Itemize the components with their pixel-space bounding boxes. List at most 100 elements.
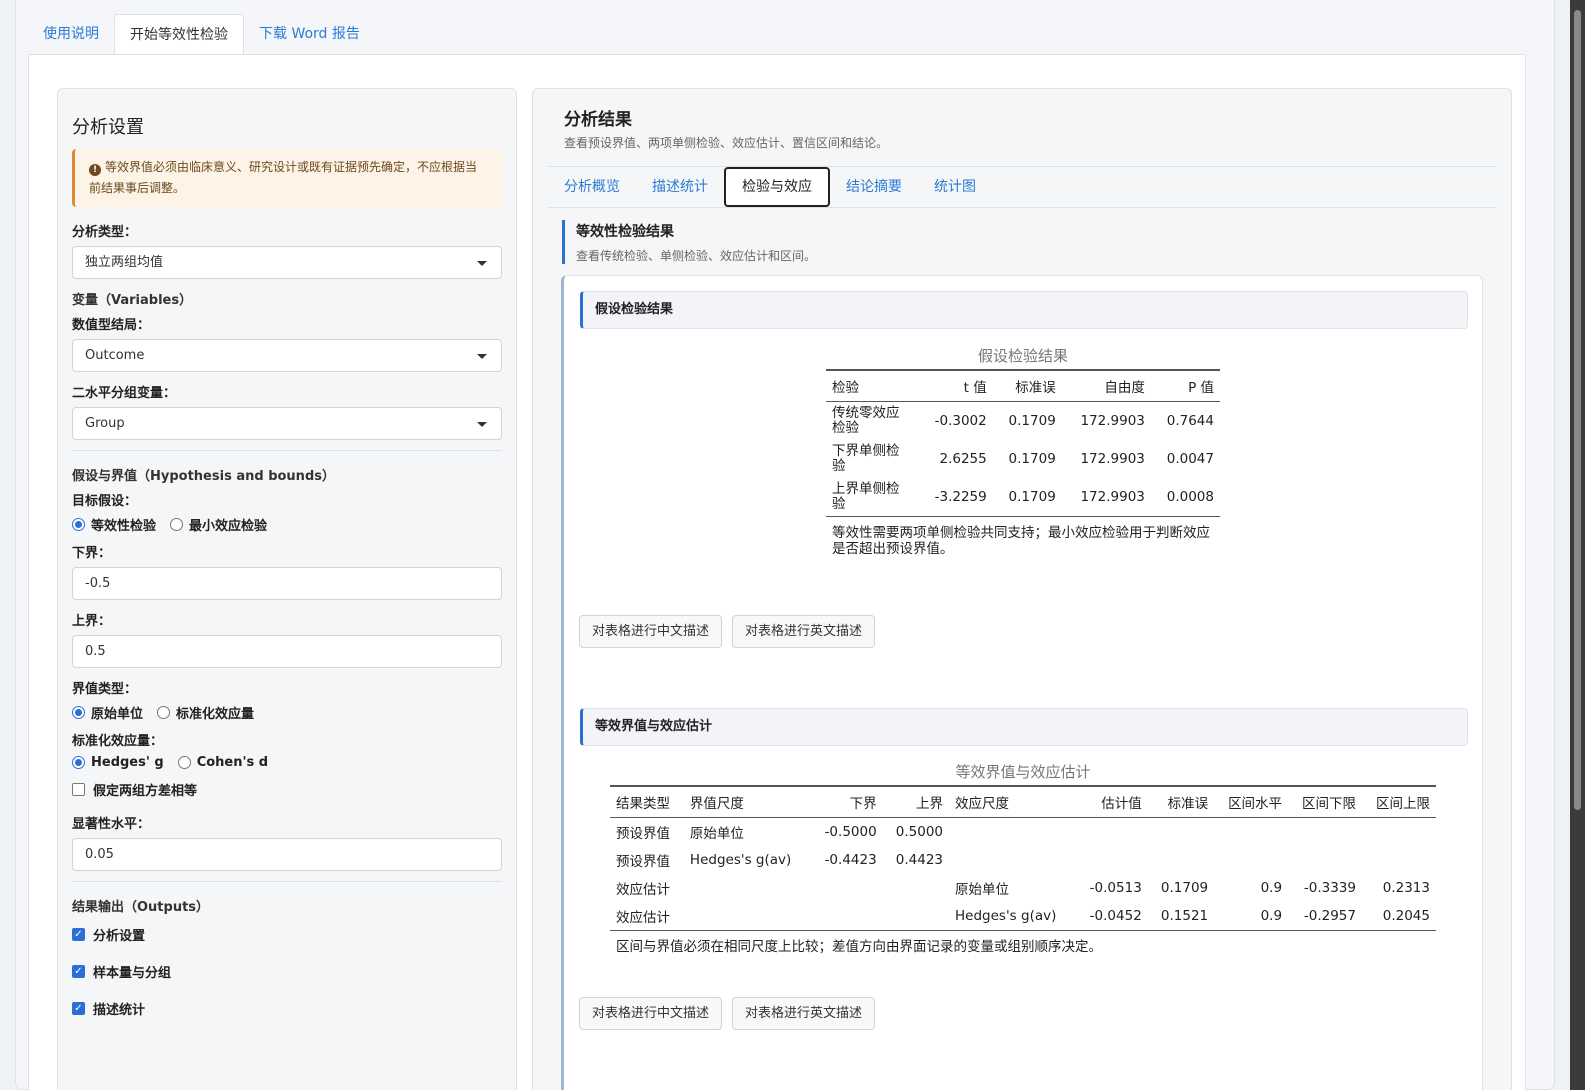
table-cell [883,874,949,902]
analysis-type-select[interactable]: 独立两组均值 [72,246,502,279]
describe-en-button[interactable]: 对表格进行英文描述 [732,997,876,1030]
results-tab-bar: 分析概览 描述统计 检验与效应 结论摘要 统计图 [548,166,1496,208]
table-cell: 172.9903 [1080,451,1145,467]
warning-callout: ! 等效界值必须由临床意义、研究设计或既有证据预先确定，不应根据当前结果事后调整。 [72,149,502,207]
upper-input[interactable]: 0.5 [72,635,502,668]
output-checkbox-descriptive[interactable]: ✓ 描述统计 [72,999,502,1018]
checkbox-box [72,783,85,796]
radio-minimal-effect[interactable]: 最小效应检验 [170,515,267,534]
tab-summary[interactable]: 结论摘要 [830,169,918,205]
table-footnote-row: 等效性需要两项单侧检验共同支持；最小效应检验用于判断效应是否超出预设界值。 [826,517,1220,562]
table-cell [1362,846,1436,874]
settings-panel: 分析设置 ! 等效界值必须由临床意义、研究设计或既有证据预先确定，不应根据当前结果… [57,88,517,1090]
table-cell: Hedges's g(av) [949,902,1076,931]
col-header: 区间下限 [1288,785,1362,818]
tab-download-report[interactable]: 下载 Word 报告 [244,14,375,55]
table-cell [949,846,1076,874]
describe-cn-button[interactable]: 对表格进行中文描述 [579,615,723,648]
radio-dot [72,756,85,769]
table-cell: -0.2957 [1288,902,1362,931]
table-cell: 0.4423 [895,852,944,868]
analysis-type-value: 独立两组均值 [85,255,164,270]
alpha-label: 显著性水平： [72,817,151,832]
tab-tests-effects[interactable]: 检验与效应 [724,167,830,207]
upper-label: 上界： [72,614,112,629]
table-cell: 效应估计 [610,902,684,931]
scrollbar-thumb[interactable] [1574,10,1581,810]
hypothesis-section: 假设与界值（Hypothesis and bounds） [72,469,335,484]
bound-type-label: 界值类型： [72,682,138,697]
checkbox-label: 分析设置 [93,929,146,944]
tab-descriptive[interactable]: 描述统计 [636,169,724,205]
table-cell [811,874,883,902]
tab-plots[interactable]: 统计图 [918,169,992,205]
col-header: 结果类型 [610,785,684,818]
col-header: 区间上限 [1361,785,1436,818]
caret-down-icon [477,261,487,266]
radio-hedges-g[interactable]: Hedges' g [72,755,164,770]
describe-en-button[interactable]: 对表格进行英文描述 [732,615,876,648]
table-cell: 0.1709 [1160,880,1209,896]
radio-raw-units[interactable]: 原始单位 [72,703,143,722]
tab-start-test[interactable]: 开始等效性检验 [114,14,244,55]
tab-overview[interactable]: 分析概览 [564,169,636,205]
radio-label: Hedges' g [91,755,164,770]
results-title: 分析结果 [564,110,632,130]
radio-dot [72,518,85,531]
table-cell: -0.3002 [934,413,987,429]
col-header: P 值 [1150,369,1220,402]
radio-label: 最小效应检验 [189,519,268,534]
table-row: 传统零效应检验 -0.3002 0.1709 172.9903 0.7644 [826,402,1220,441]
group-select[interactable]: Group [72,407,502,440]
results-content: 假设检验结果 假设检验结果 检验 t 值 标准误 自由度 P 值 传统零效应检验… [561,275,1483,1090]
table-footnote: 区间与界值必须在相同尺度上比较；差值方向由界面记录的变量或组别顺序决定。 [616,939,1102,955]
tab-instructions[interactable]: 使用说明 [28,14,114,55]
describe-cn-button[interactable]: 对表格进行中文描述 [579,997,723,1030]
col-header: 自由度 [1061,369,1151,402]
output-checkbox-settings[interactable]: ✓ 分析设置 [72,925,502,944]
table-cell: 0.2045 [1361,902,1436,931]
table-row: 下界单侧检验 2.6255 0.1709 172.9903 0.0047 [826,440,1220,478]
results-panel: 分析结果 查看预设界值、两项单侧检验、效应估计、置信区间和结论。 分析概览 描述… [532,88,1512,1090]
hypothesis-table: 假设检验结果 检验 t 值 标准误 自由度 P 值 传统零效应检验 -0.300… [826,345,1220,561]
radio-standardized[interactable]: 标准化效应量 [157,703,254,722]
table-header-row: 检验 t 值 标准误 自由度 P 值 [826,369,1220,402]
group-value: Group [85,416,125,431]
table-cell: 0.0008 [1150,478,1220,517]
radio-label: Cohen's d [196,755,269,770]
lower-input[interactable]: -0.5 [72,567,502,600]
col-header: 标准误 [992,369,1062,402]
equal-variance-checkbox[interactable]: 假定两组方差相等 [72,780,502,799]
radio-equivalence[interactable]: 等效性检验 [72,515,156,534]
check-icon: ✓ [72,1002,85,1015]
section-header: 等效性检验结果 查看传统检验、单侧检验、效应估计和区间。 [562,220,816,264]
table-cell: Hedges's g(av) [689,852,792,868]
radio-cohens-d[interactable]: Cohen's d [177,755,269,770]
table-cell [1214,846,1288,874]
top-tab-bar: 使用说明 开始等效性检验 下载 Word 报告 [28,14,375,55]
radio-dot [170,518,184,531]
table-cell: 上界单侧检验 [826,478,918,517]
bound-type-radio-group: 原始单位 标准化效应量 [72,703,502,722]
section-subtitle: 查看传统检验、单侧检验、效应估计和区间。 [576,249,817,263]
radio-label: 原始单位 [91,707,144,722]
table-cell: -0.0513 [1089,880,1142,896]
col-header: 区间水平 [1214,785,1289,818]
page-scrollbar[interactable] [1570,0,1585,1090]
radio-dot [72,706,85,719]
col-header: 估计值 [1075,785,1148,818]
table-cell [1076,818,1148,847]
table-cell: 2.6255 [939,451,987,467]
table-cell: 0.9 [1214,902,1289,931]
table-cell [1076,846,1148,874]
table-cell: 172.9903 [1061,478,1151,517]
output-checkbox-sample[interactable]: ✓ 样本量与分组 [72,962,502,981]
table-cell: -3.2259 [918,478,993,517]
variables-section: 变量（Variables） [72,293,193,308]
outputs-section: 结果输出（Outputs） [72,900,210,915]
check-icon: ✓ [72,965,85,978]
table-cell: 原始单位 [689,826,744,842]
alpha-input[interactable]: 0.05 [72,838,502,871]
outcome-select[interactable]: Outcome [72,339,502,372]
table-cell: 0.1521 [1147,902,1215,931]
